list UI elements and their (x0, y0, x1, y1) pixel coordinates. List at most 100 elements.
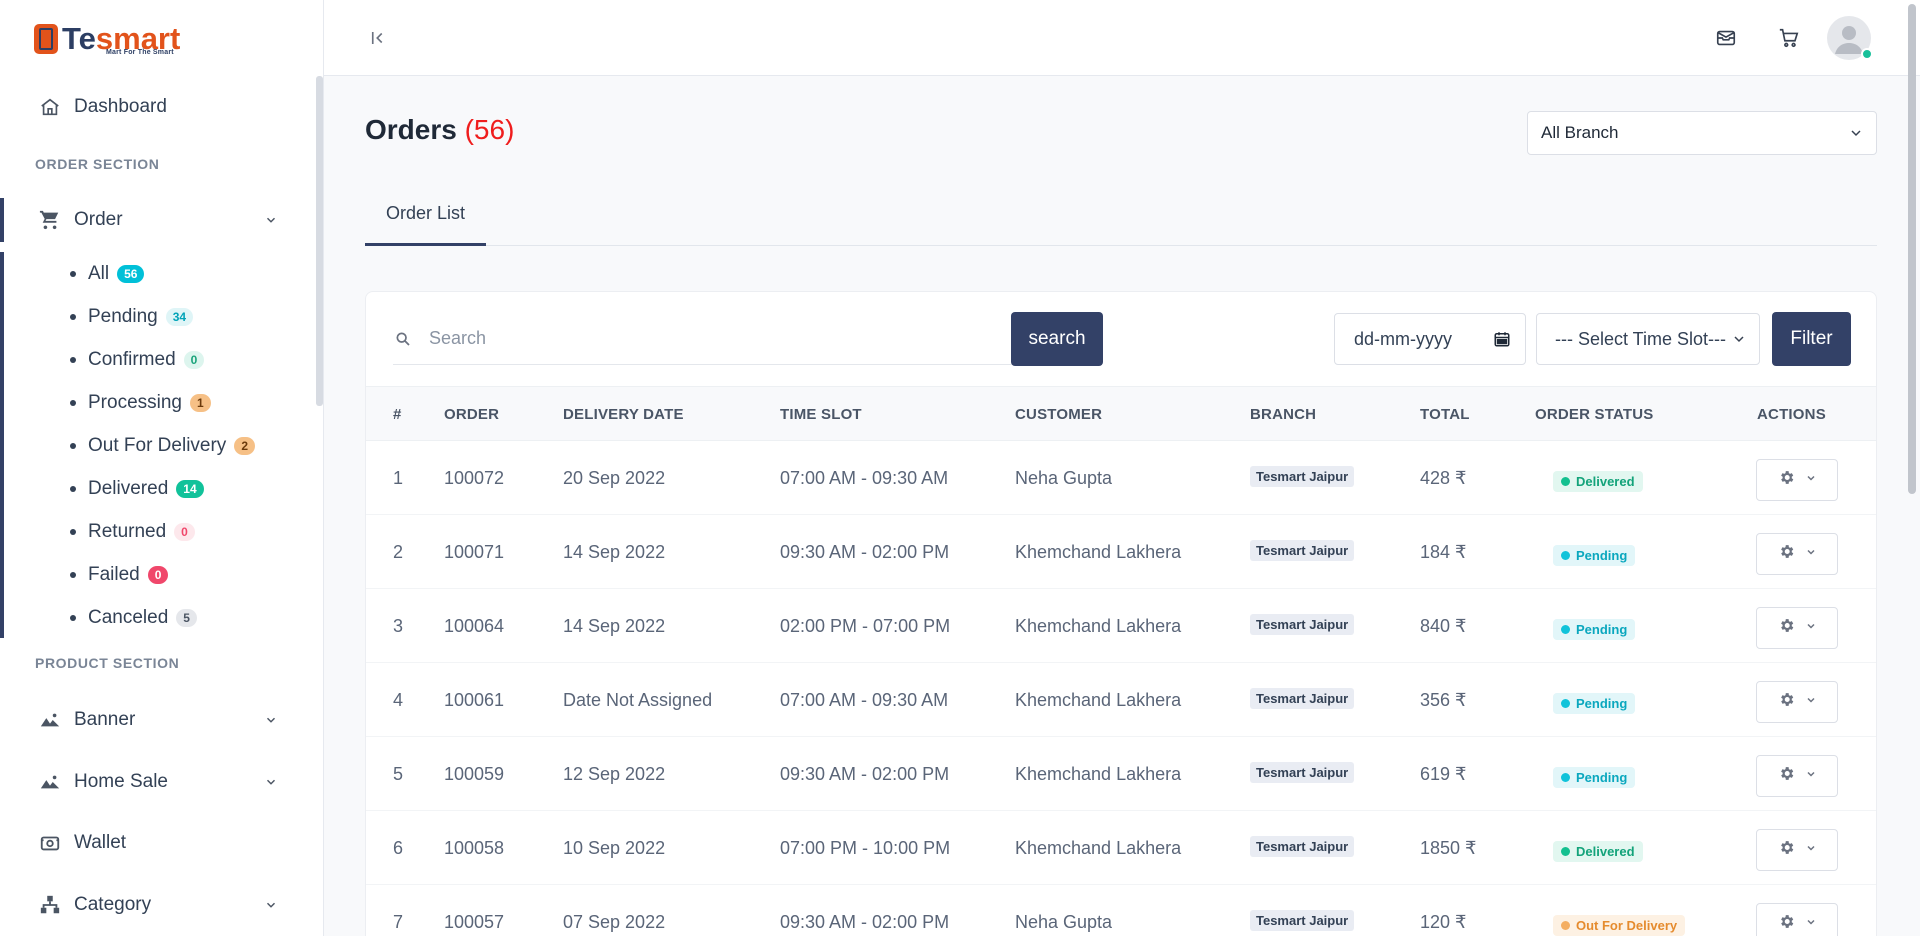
search-input[interactable] (429, 328, 989, 349)
sidebar-item-category[interactable]: Category (0, 885, 316, 925)
customer-name: Khemchand Lakhera (1015, 690, 1182, 710)
time-slot-select[interactable]: --- Select Time Slot--- (1536, 313, 1760, 365)
column-header[interactable]: ORDER STATUS (1535, 406, 1654, 423)
column-header[interactable]: ORDER (444, 406, 499, 423)
order-id[interactable]: 100072 (444, 468, 504, 489)
status-dot (1561, 921, 1570, 930)
wallet-icon (38, 831, 62, 855)
table-row[interactable]: 5 100059 12 Sep 2022 09:30 AM - 02:00 PM Khe… (366, 737, 1876, 811)
subitem-label: Delivered (88, 478, 169, 499)
image-icon (38, 708, 62, 732)
table-row[interactable]: 6 100058 10 Sep 2022 07:00 PM - 10:00 PM Khe… (366, 811, 1876, 885)
delivery-date: 14 Sep 2022 (563, 542, 666, 562)
branch-badge: Tesmart Jaipur (1250, 910, 1355, 931)
row-actions-button[interactable] (1756, 533, 1838, 575)
column-header[interactable]: BRANCH (1250, 406, 1316, 423)
page-scrollbar[interactable] (1908, 4, 1916, 494)
tab-order-list[interactable]: Order List (365, 188, 486, 246)
row-actions-button[interactable] (1756, 459, 1838, 501)
sidebar-subitem-pending[interactable]: Pending 34 (70, 300, 194, 334)
status-label: Pending (1576, 770, 1628, 785)
sidebar-subitem-out-for-delivery[interactable]: Out For Delivery 2 (70, 429, 255, 463)
sidebar-item-label: Banner (74, 709, 136, 730)
time-slot: 07:00 AM - 09:30 AM (780, 690, 949, 710)
bullet (70, 529, 76, 535)
order-id[interactable]: 100061 (444, 690, 504, 711)
row-actions-button[interactable] (1756, 607, 1838, 649)
order-total: 184 ₹ (1420, 542, 1467, 562)
chevron-down-icon (262, 896, 280, 914)
order-total: 428 ₹ (1420, 468, 1467, 488)
row-actions-button[interactable] (1756, 681, 1838, 723)
delivery-date: 20 Sep 2022 (563, 468, 666, 488)
column-header[interactable]: TOTAL (1420, 406, 1470, 423)
chevron-down-icon (1805, 471, 1817, 489)
sidebar-item-home-sale[interactable]: Home Sale (0, 762, 316, 802)
order-id[interactable]: 100057 (444, 912, 504, 933)
subitem-label: Confirmed (88, 349, 176, 370)
collapse-sidebar-icon[interactable] (366, 26, 390, 50)
table-row[interactable]: 3 100064 14 Sep 2022 02:00 PM - 07:00 PM Khe… (366, 589, 1876, 663)
row-number: 4 (393, 690, 404, 710)
customer-name: Khemchand Lakhera (1015, 542, 1182, 562)
sidebar-subitem-failed[interactable]: Failed 0 (70, 558, 169, 592)
bullet (70, 615, 76, 621)
table-row[interactable]: 7 100057 07 Sep 2022 09:30 AM - 02:00 PM Neh… (366, 885, 1876, 936)
gear-icon (1778, 913, 1795, 935)
sidebar-subitem-delivered[interactable]: Delivered 14 (70, 472, 204, 506)
column-header[interactable]: DELIVERY DATE (563, 406, 684, 423)
status-badge: Delivered (1553, 841, 1643, 862)
chevron-down-icon (1805, 915, 1817, 933)
time-slot: 07:00 AM - 09:30 AM (780, 468, 949, 488)
order-id[interactable]: 100058 (444, 838, 504, 859)
row-actions-button[interactable] (1756, 755, 1838, 797)
search-button[interactable]: search (1011, 312, 1103, 366)
calendar-icon[interactable] (1493, 330, 1511, 353)
tab-bar: Order List (365, 188, 1877, 246)
column-header[interactable]: TIME SLOT (780, 406, 862, 423)
table-row[interactable]: 4 100061 Date Not Assigned 07:00 AM - 09:30… (366, 663, 1876, 737)
count-badge: 5 (176, 609, 197, 627)
count-badge: 0 (183, 351, 205, 369)
order-id[interactable]: 100071 (444, 542, 504, 563)
order-section-title: ORDER SECTION (35, 156, 160, 172)
branch-badge: Tesmart Jaipur (1250, 614, 1355, 635)
filter-button[interactable]: Filter (1772, 312, 1851, 366)
sidebar-item-wallet[interactable]: Wallet (0, 823, 316, 863)
order-id[interactable]: 100059 (444, 764, 504, 785)
sidebar-scrollbar[interactable] (316, 76, 323, 406)
sidebar-subitem-confirmed[interactable]: Confirmed 0 (70, 343, 205, 377)
table-row[interactable]: 1 100072 20 Sep 2022 07:00 AM - 09:30 AM Neh… (366, 441, 1876, 515)
customer-name: Khemchand Lakhera (1015, 764, 1182, 784)
sidebar: Tesmart Mart For The Smart Dashboard ORD… (0, 0, 324, 936)
sidebar-subitem-canceled[interactable]: Canceled 5 (70, 601, 197, 635)
column-header[interactable]: CUSTOMER (1015, 406, 1102, 423)
branch-select-value: All Branch (1541, 123, 1619, 142)
cart-icon[interactable] (1775, 24, 1803, 52)
column-header: ACTIONS (1757, 406, 1826, 423)
chevron-down-icon (262, 711, 280, 729)
sidebar-item-order[interactable]: Order (0, 200, 316, 240)
subitem-label: Processing (88, 392, 182, 413)
sidebar-item-banner[interactable]: Banner (0, 700, 316, 740)
subitem-label: Out For Delivery (88, 435, 227, 456)
sidebar-item-dashboard[interactable]: Dashboard (0, 87, 316, 127)
mail-icon[interactable] (1712, 24, 1740, 52)
date-filter-input[interactable]: dd-mm-yyyy (1334, 313, 1526, 365)
status-badge: Pending (1553, 767, 1636, 788)
delivery-date: 12 Sep 2022 (563, 764, 666, 784)
branch-badge: Tesmart Jaipur (1250, 762, 1355, 783)
submenu-indicator (0, 252, 4, 638)
subitem-label: Canceled (88, 607, 169, 628)
order-id[interactable]: 100064 (444, 616, 504, 637)
row-actions-button[interactable] (1756, 903, 1838, 936)
sidebar-subitem-all[interactable]: All 56 (70, 257, 145, 291)
branch-select[interactable]: All Branch (1527, 111, 1877, 155)
row-actions-button[interactable] (1756, 829, 1838, 871)
sidebar-subitem-processing[interactable]: Processing 1 (70, 386, 211, 420)
page-title-text: Orders (365, 114, 457, 145)
branch-badge: Tesmart Jaipur (1250, 466, 1355, 487)
sidebar-subitem-returned[interactable]: Returned 0 (70, 515, 195, 549)
table-row[interactable]: 2 100071 14 Sep 2022 09:30 AM - 02:00 PM Khe… (366, 515, 1876, 589)
status-label: Delivered (1576, 474, 1635, 489)
